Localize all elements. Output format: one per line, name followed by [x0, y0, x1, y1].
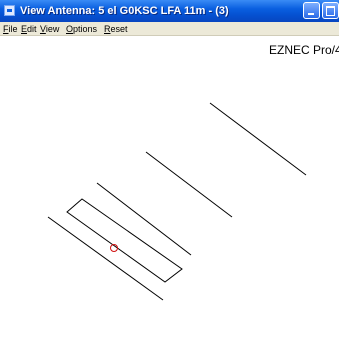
element-wire [47, 216, 164, 301]
driven-loop-element [66, 198, 183, 283]
antenna-drawing [47, 102, 307, 301]
element-wire [145, 151, 233, 218]
element-wire [209, 102, 307, 176]
